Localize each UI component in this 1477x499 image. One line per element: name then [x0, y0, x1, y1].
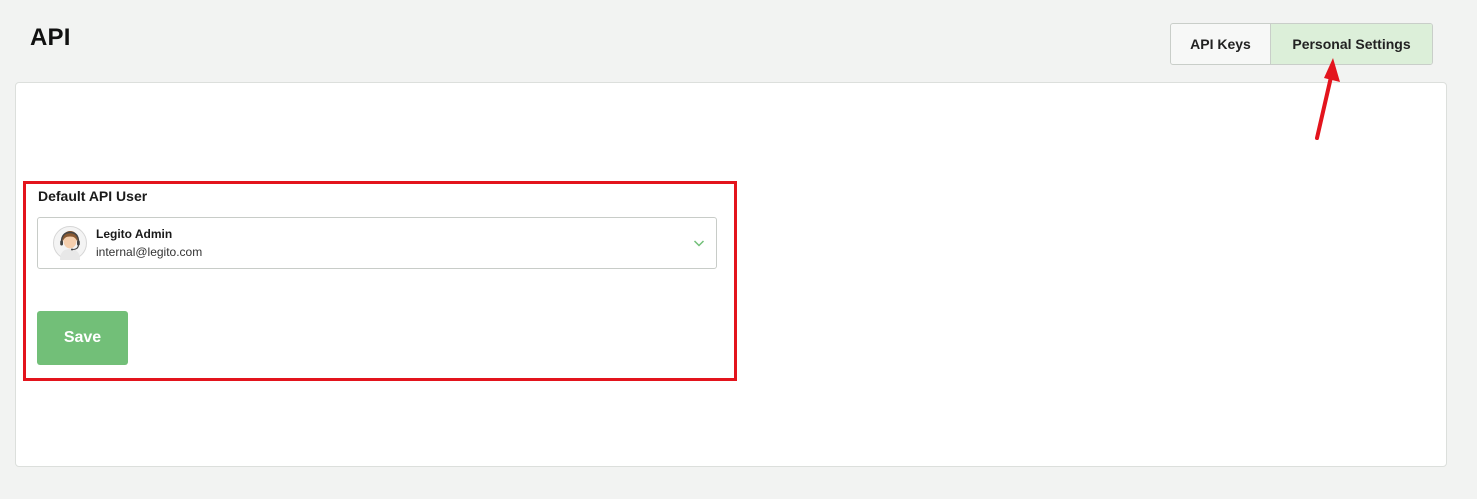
default-api-user-label: Default API User — [38, 188, 148, 204]
red-arrow-annotation — [1315, 58, 1340, 140]
selected-user-name: Legito Admin — [96, 227, 173, 241]
default-api-user-select[interactable]: Legito Admin internal@legito.com — [37, 217, 717, 269]
tab-api-keys[interactable]: API Keys — [1171, 24, 1271, 64]
user-avatar-headset-icon — [53, 226, 87, 260]
highlight-annotation-box — [23, 181, 737, 381]
page-title: API — [30, 24, 71, 51]
selected-user-email: internal@legito.com — [96, 245, 203, 259]
tab-personal-settings[interactable]: Personal Settings — [1271, 24, 1432, 64]
chevron-down-icon[interactable] — [692, 236, 706, 250]
save-button[interactable]: Save — [37, 311, 128, 365]
